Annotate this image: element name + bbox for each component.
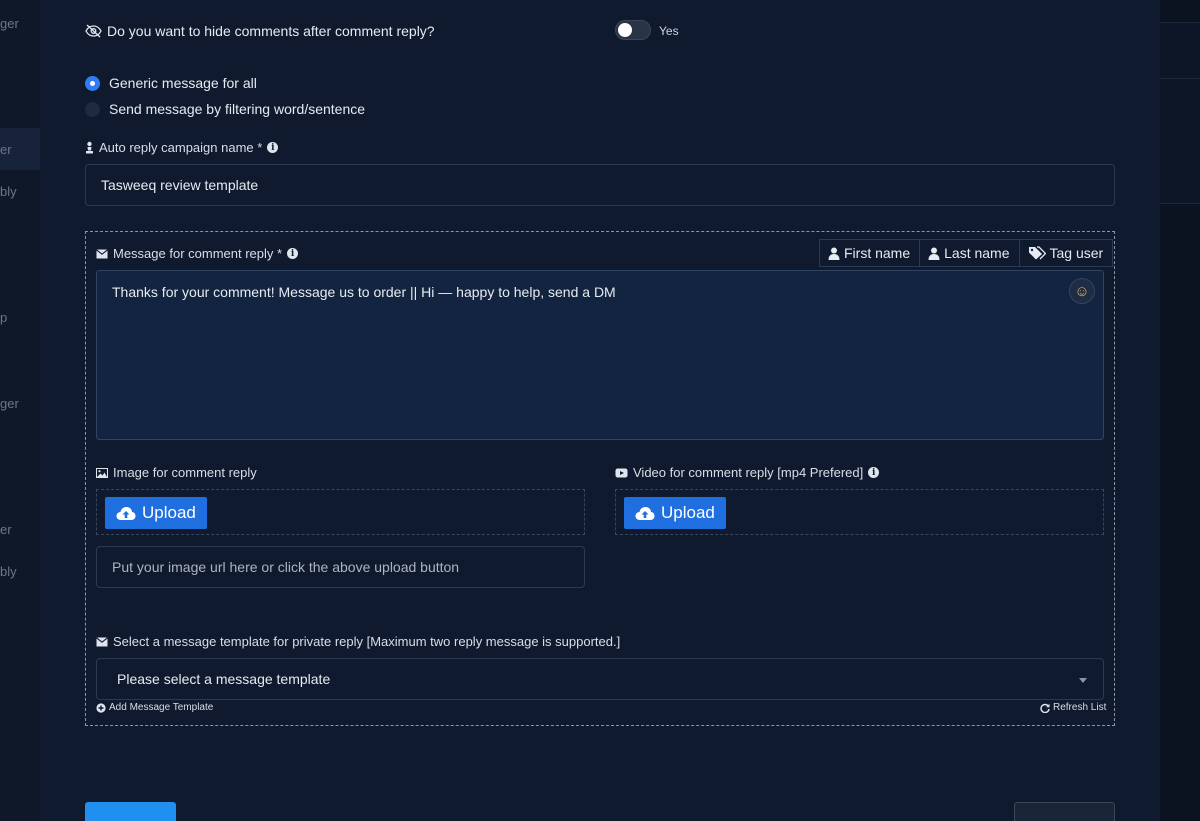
cloud-upload-icon bbox=[635, 506, 655, 520]
hide-comments-toggle-label: Yes bbox=[659, 24, 679, 38]
radio-button-selected[interactable] bbox=[85, 75, 100, 91]
video-reply-label: Video for comment reply [mp4 Prefered] i bbox=[615, 465, 880, 480]
first-name-button[interactable]: First name bbox=[819, 239, 921, 267]
hide-comments-toggle[interactable] bbox=[615, 20, 651, 40]
plus-circle-icon bbox=[96, 702, 106, 713]
comment-reply-label: Message for comment reply * i bbox=[96, 246, 299, 261]
save-button[interactable] bbox=[85, 802, 176, 821]
private-reply-label: Select a message template for private re… bbox=[96, 634, 620, 649]
cancel-button[interactable] bbox=[1014, 802, 1115, 821]
envelope-icon bbox=[96, 636, 108, 646]
tags-icon bbox=[1028, 246, 1046, 260]
radio-generic-label: Generic message for all bbox=[109, 75, 257, 91]
background-sidebar-fragment: er bbox=[0, 142, 12, 157]
hide-comments-question: Do you want to hide comments after comme… bbox=[107, 23, 435, 39]
campaign-name-input[interactable]: Tasweeq review template bbox=[85, 164, 1115, 206]
info-icon[interactable]: i bbox=[868, 467, 880, 478]
last-name-button[interactable]: Last name bbox=[920, 239, 1020, 267]
background-sidebar-fragment: bly bbox=[0, 564, 17, 579]
info-icon[interactable]: i bbox=[267, 142, 279, 153]
radio-button[interactable] bbox=[85, 101, 100, 117]
background-sidebar-fragment: ger bbox=[0, 16, 19, 31]
radio-filter-message[interactable]: Send message by filtering word/sentence bbox=[85, 101, 365, 117]
user-icon bbox=[828, 247, 840, 260]
radio-filter-label: Send message by filtering word/sentence bbox=[109, 101, 366, 117]
background-sidebar: ger er bly p ger er bly bbox=[0, 0, 40, 821]
refresh-icon bbox=[1040, 703, 1050, 713]
auto-reply-modal: Do you want to hide comments after comme… bbox=[40, 0, 1160, 821]
message-template-select[interactable]: Please select a message template bbox=[96, 658, 1104, 700]
background-sidebar-fragment: bly bbox=[0, 184, 17, 199]
background-right-panel bbox=[1160, 0, 1200, 821]
youtube-icon bbox=[615, 468, 628, 477]
info-icon[interactable]: i bbox=[287, 248, 299, 259]
emoji-picker-icon[interactable]: ☺ bbox=[1069, 278, 1095, 304]
hide-comments-row: Do you want to hide comments after comme… bbox=[85, 23, 435, 39]
comment-reply-textarea[interactable]: Thanks for your comment! Message us to o… bbox=[96, 270, 1104, 440]
image-upload-button[interactable]: Upload bbox=[105, 497, 207, 529]
chevron-down-icon bbox=[1079, 678, 1087, 683]
background-sidebar-fragment: p bbox=[0, 310, 8, 325]
radio-generic-message[interactable]: Generic message for all bbox=[85, 75, 257, 91]
video-upload-button[interactable]: Upload bbox=[624, 497, 726, 529]
envelope-icon bbox=[96, 248, 108, 258]
image-reply-label: Image for comment reply bbox=[96, 465, 257, 480]
background-sidebar-fragment: er bbox=[0, 522, 12, 537]
image-url-input[interactable]: Put your image url here or click the abo… bbox=[96, 546, 585, 588]
image-icon bbox=[96, 467, 108, 478]
refresh-list-link[interactable]: Refresh List bbox=[1040, 702, 1106, 713]
chess-pawn-icon bbox=[86, 141, 93, 154]
background-sidebar-fragment: ger bbox=[0, 396, 19, 411]
variable-buttons: First name Last name Tag user bbox=[819, 239, 1114, 267]
tag-user-button[interactable]: Tag user bbox=[1019, 239, 1114, 267]
cloud-upload-icon bbox=[116, 506, 136, 520]
eye-slash-icon bbox=[85, 24, 102, 38]
add-message-template-link[interactable]: Add Message Template bbox=[96, 702, 213, 713]
user-icon bbox=[928, 247, 940, 260]
campaign-name-label: Auto reply campaign name * i bbox=[85, 140, 279, 155]
